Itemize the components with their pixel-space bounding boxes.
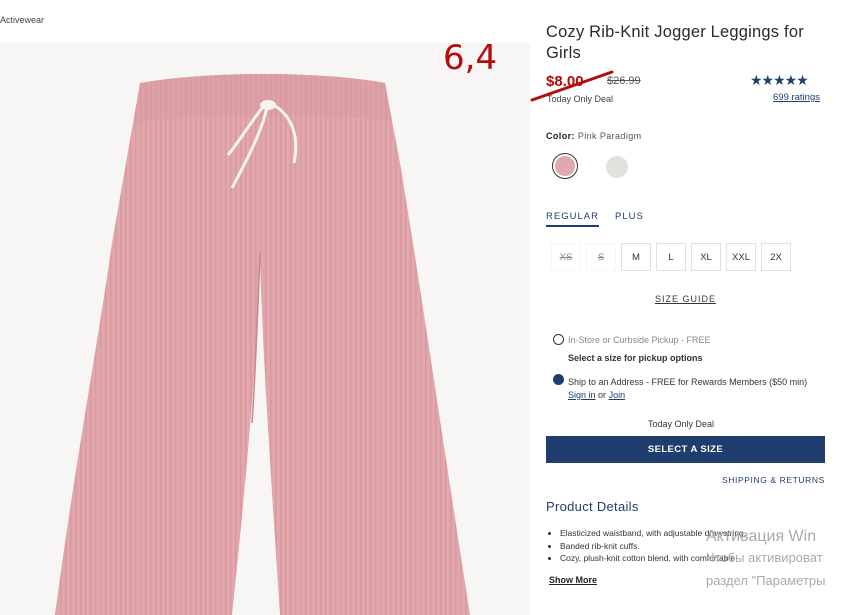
ship-label: Ship to an Address - FREE for Rewards Me…	[568, 377, 808, 387]
ship-radio[interactable]	[553, 374, 564, 385]
breadcrumb[interactable]: Activewear	[0, 15, 44, 25]
size-2x-button[interactable]: 2X	[761, 243, 791, 271]
shipping-returns-link[interactable]: SHIPPING & RETURNS	[722, 475, 825, 485]
star-rating-icon: ★★★★★	[750, 72, 809, 88]
tab-regular[interactable]: REGULAR	[546, 211, 599, 227]
color-value: Pink Paradigm	[577, 131, 642, 141]
swatch-gray[interactable]	[606, 156, 628, 178]
product-image	[0, 43, 530, 615]
size-guide-link[interactable]: SIZE GUIDE	[655, 294, 716, 304]
pickup-hint: Select a size for pickup options	[568, 353, 703, 363]
swatch-pink-fill	[555, 156, 575, 176]
color-line: Color: Pink Paradigm	[546, 131, 642, 141]
pickup-label: In-Store or Curbside Pickup - FREE	[568, 335, 711, 345]
size-m-button[interactable]: M	[621, 243, 651, 271]
handwritten-annotation: 6,4	[443, 38, 498, 78]
join-link[interactable]: Join	[609, 390, 626, 400]
deal-label-repeat: Today Only Deal	[648, 419, 715, 429]
product-title: Cozy Rib-Knit Jogger Leggings for Girls	[546, 23, 804, 62]
ship-option-text: Ship to an Address - FREE for Rewards Me…	[568, 376, 826, 402]
color-label: Color:	[546, 131, 575, 141]
deal-label: Today Only Deal	[547, 94, 614, 104]
size-xxl-button[interactable]: XXL	[726, 243, 756, 271]
tab-plus[interactable]: PLUS	[615, 211, 644, 222]
size-l-button[interactable]: L	[656, 243, 686, 271]
size-xl-button[interactable]: XL	[691, 243, 721, 271]
show-more-link[interactable]: Show More	[549, 575, 597, 585]
swatch-pink-paradigm[interactable]	[552, 153, 578, 179]
size-xs-button[interactable]: XS	[551, 243, 581, 271]
pickup-radio[interactable]	[553, 334, 564, 345]
select-size-button[interactable]: SELECT A SIZE	[546, 436, 825, 463]
or-text: or	[598, 390, 607, 400]
windows-activation-watermark: Активация Win	[706, 528, 817, 545]
sign-in-link[interactable]: Sign in	[568, 390, 596, 400]
jogger-leggings-image	[55, 74, 470, 615]
ratings-link[interactable]: 699 ratings	[773, 92, 820, 103]
windows-activation-line2: Чтобы активироват	[706, 550, 823, 565]
product-details-heading: Product Details	[546, 499, 639, 514]
windows-activation-line3: раздел "Параметры	[706, 573, 826, 588]
size-s-button[interactable]: S	[586, 243, 616, 271]
